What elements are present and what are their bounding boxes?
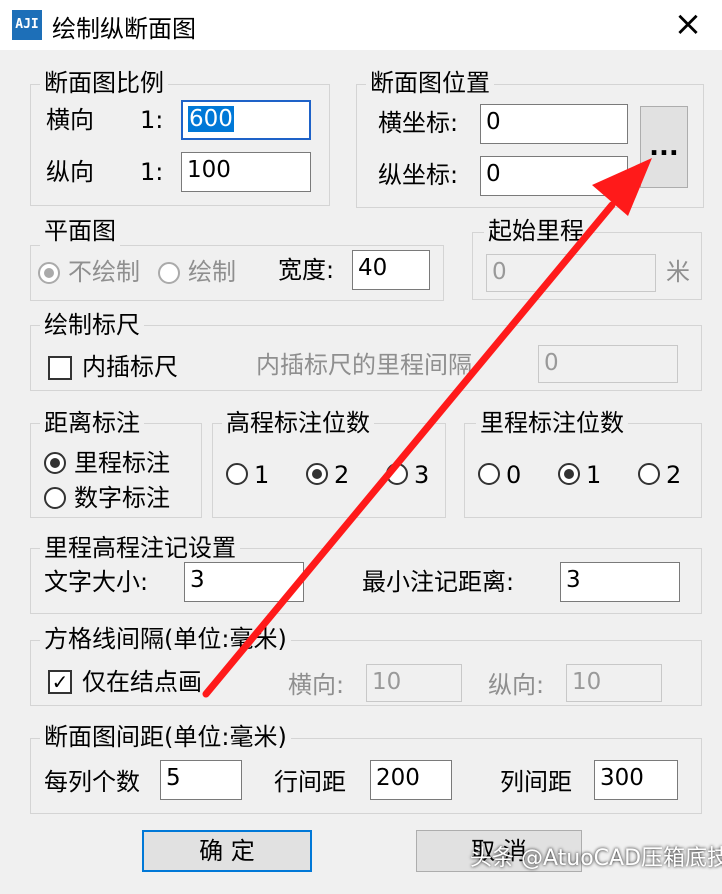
annotation-arrow-icon [202, 158, 652, 698]
watermark: 头条 @AtuoCAD压箱底技巧 [470, 846, 722, 871]
